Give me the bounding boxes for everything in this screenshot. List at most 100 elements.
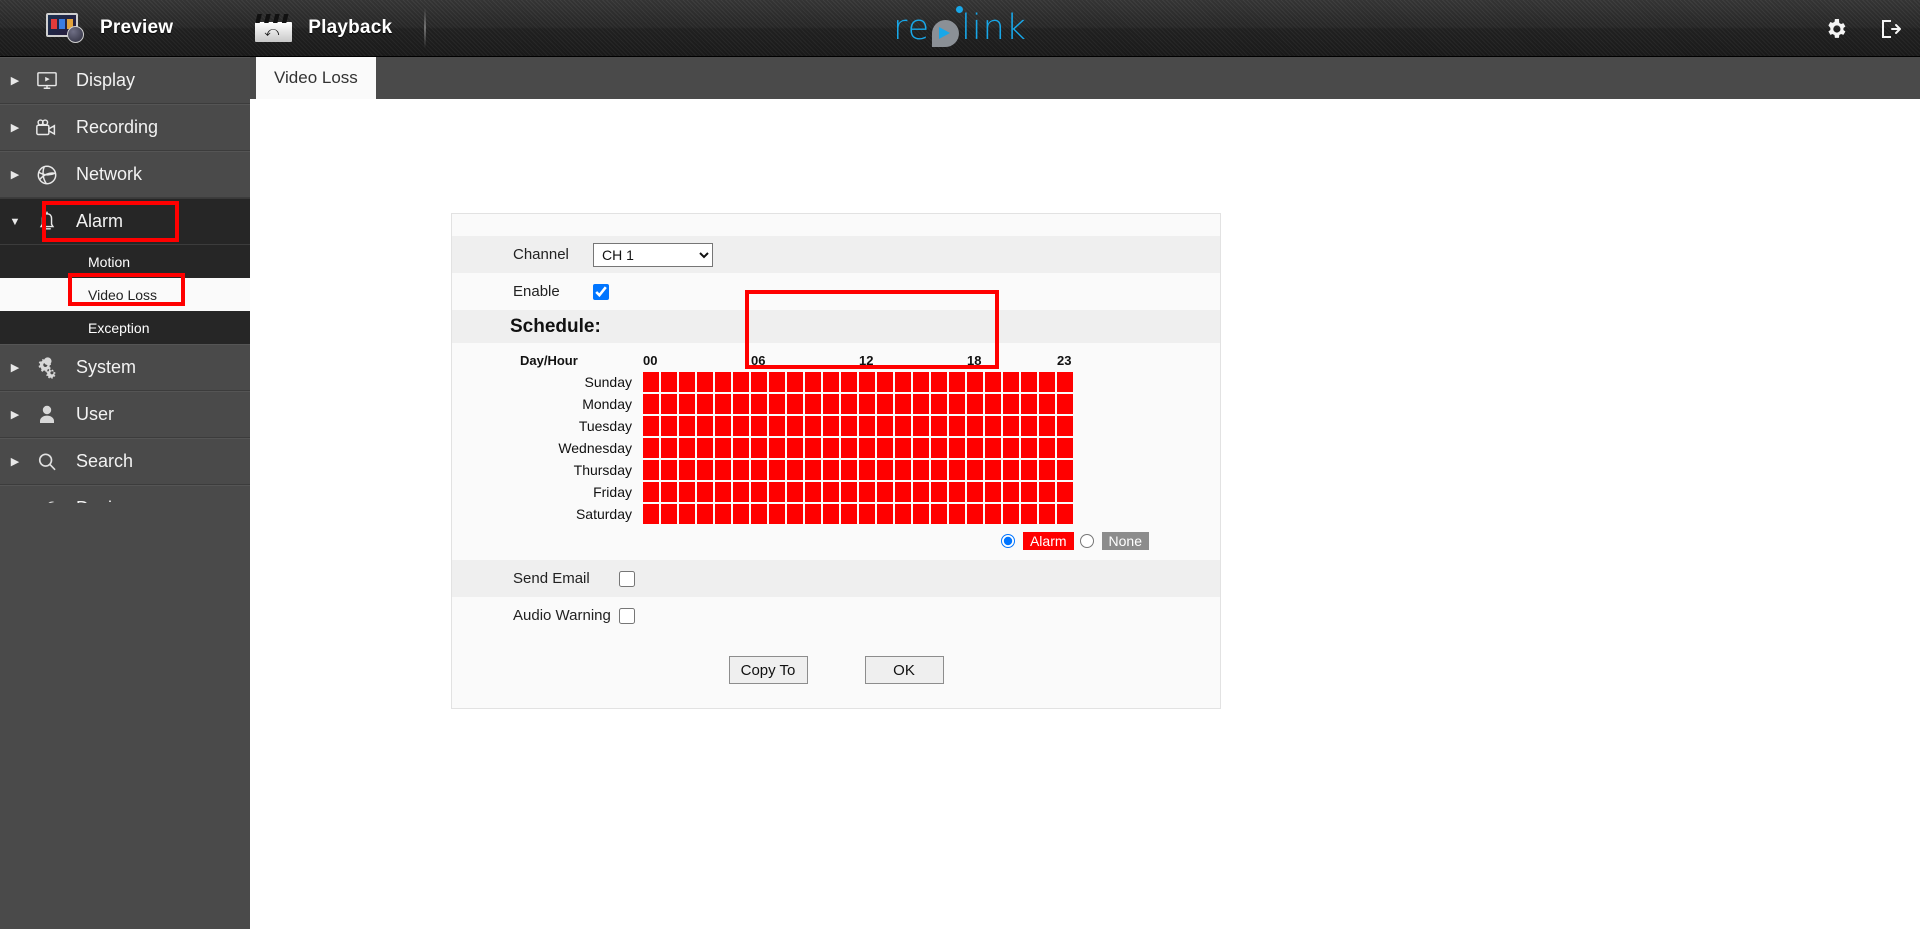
schedule-cell[interactable] <box>823 438 839 458</box>
schedule-cell[interactable] <box>841 504 857 524</box>
schedule-cell[interactable] <box>787 438 803 458</box>
copy-to-button[interactable]: Copy To <box>728 656 808 684</box>
schedule-cell[interactable] <box>841 372 857 392</box>
schedule-cell[interactable] <box>967 438 983 458</box>
schedule-cell[interactable] <box>967 504 983 524</box>
schedule-cell[interactable] <box>931 504 947 524</box>
schedule-cell[interactable] <box>913 438 929 458</box>
schedule-cell[interactable] <box>949 504 965 524</box>
schedule-cell[interactable] <box>679 372 695 392</box>
schedule-cell[interactable] <box>859 460 875 480</box>
sidebar-item-system[interactable]: ▶ System <box>0 344 250 391</box>
schedule-cell[interactable] <box>931 460 947 480</box>
schedule-cell[interactable] <box>1039 416 1055 436</box>
schedule-cell[interactable] <box>823 394 839 414</box>
schedule-cell[interactable] <box>733 438 749 458</box>
schedule-cell[interactable] <box>913 372 929 392</box>
schedule-cell[interactable] <box>895 482 911 502</box>
schedule-cell[interactable] <box>877 460 893 480</box>
schedule-cell[interactable] <box>985 438 1001 458</box>
schedule-cell[interactable] <box>805 394 821 414</box>
schedule-cell[interactable] <box>1021 460 1037 480</box>
schedule-cell[interactable] <box>733 416 749 436</box>
schedule-cell[interactable] <box>715 504 731 524</box>
schedule-cell[interactable] <box>931 394 947 414</box>
send-email-checkbox[interactable] <box>619 570 635 587</box>
schedule-cell[interactable] <box>751 460 767 480</box>
schedule-cell[interactable] <box>787 504 803 524</box>
schedule-cell[interactable] <box>949 438 965 458</box>
schedule-cell[interactable] <box>679 482 695 502</box>
schedule-cell[interactable] <box>643 438 659 458</box>
schedule-cell[interactable] <box>877 504 893 524</box>
schedule-cell[interactable] <box>985 394 1001 414</box>
schedule-cell[interactable] <box>985 504 1001 524</box>
schedule-cell[interactable] <box>715 460 731 480</box>
schedule-cell[interactable] <box>769 460 785 480</box>
sidebar-item-network[interactable]: ▶ Network <box>0 151 250 198</box>
schedule-cell[interactable] <box>661 416 677 436</box>
schedule-cell[interactable] <box>805 372 821 392</box>
schedule-cell[interactable] <box>769 394 785 414</box>
schedule-cell[interactable] <box>1039 482 1055 502</box>
schedule-cell[interactable] <box>643 416 659 436</box>
schedule-cell[interactable] <box>913 460 929 480</box>
schedule-cell[interactable] <box>859 504 875 524</box>
sidebar-item-recording[interactable]: ▶ Recording <box>0 104 250 151</box>
schedule-cell[interactable] <box>679 504 695 524</box>
schedule-cell[interactable] <box>967 416 983 436</box>
schedule-cell[interactable] <box>895 394 911 414</box>
schedule-cell[interactable] <box>697 504 713 524</box>
schedule-cell[interactable] <box>949 460 965 480</box>
schedule-cell[interactable] <box>859 372 875 392</box>
schedule-cell[interactable] <box>733 504 749 524</box>
tab-video-loss[interactable]: Video Loss <box>256 57 376 99</box>
schedule-cell[interactable] <box>769 504 785 524</box>
schedule-cell[interactable] <box>859 438 875 458</box>
schedule-cell[interactable] <box>913 504 929 524</box>
schedule-cell[interactable] <box>715 394 731 414</box>
schedule-cell[interactable] <box>751 394 767 414</box>
schedule-cell[interactable] <box>697 438 713 458</box>
schedule-cell[interactable] <box>877 394 893 414</box>
schedule-cell[interactable] <box>1057 504 1073 524</box>
schedule-cell[interactable] <box>697 482 713 502</box>
sidebar-item-user[interactable]: ▶ User <box>0 391 250 438</box>
schedule-cell[interactable] <box>1057 460 1073 480</box>
schedule-cell[interactable] <box>895 460 911 480</box>
schedule-cell[interactable] <box>751 372 767 392</box>
schedule-cell[interactable] <box>913 416 929 436</box>
schedule-cell[interactable] <box>823 416 839 436</box>
schedule-cell[interactable] <box>643 394 659 414</box>
schedule-cell[interactable] <box>841 438 857 458</box>
schedule-cell[interactable] <box>715 482 731 502</box>
schedule-cell[interactable] <box>1003 438 1019 458</box>
schedule-cell[interactable] <box>949 416 965 436</box>
nav-playback[interactable]: ⤺ Playback <box>237 0 410 57</box>
schedule-cell[interactable] <box>985 372 1001 392</box>
schedule-cell[interactable] <box>859 482 875 502</box>
gear-icon[interactable] <box>1824 17 1848 41</box>
schedule-cell[interactable] <box>967 372 983 392</box>
schedule-cell[interactable] <box>949 482 965 502</box>
schedule-cell[interactable] <box>787 416 803 436</box>
schedule-mode-label-none[interactable]: None <box>1101 532 1149 550</box>
schedule-cell[interactable] <box>985 482 1001 502</box>
schedule-cell[interactable] <box>895 372 911 392</box>
schedule-cell[interactable] <box>769 416 785 436</box>
schedule-cell[interactable] <box>787 372 803 392</box>
schedule-cell[interactable] <box>643 482 659 502</box>
schedule-cell[interactable] <box>1021 504 1037 524</box>
schedule-cell[interactable] <box>967 482 983 502</box>
schedule-cell[interactable] <box>1039 438 1055 458</box>
schedule-cell[interactable] <box>1021 372 1037 392</box>
schedule-cell[interactable] <box>787 482 803 502</box>
schedule-cell[interactable] <box>715 438 731 458</box>
schedule-cell[interactable] <box>1057 416 1073 436</box>
schedule-cell[interactable] <box>895 438 911 458</box>
schedule-cell[interactable] <box>697 416 713 436</box>
schedule-cell[interactable] <box>877 482 893 502</box>
schedule-cell[interactable] <box>823 372 839 392</box>
schedule-cell[interactable] <box>661 482 677 502</box>
ok-button[interactable]: OK <box>864 656 944 684</box>
